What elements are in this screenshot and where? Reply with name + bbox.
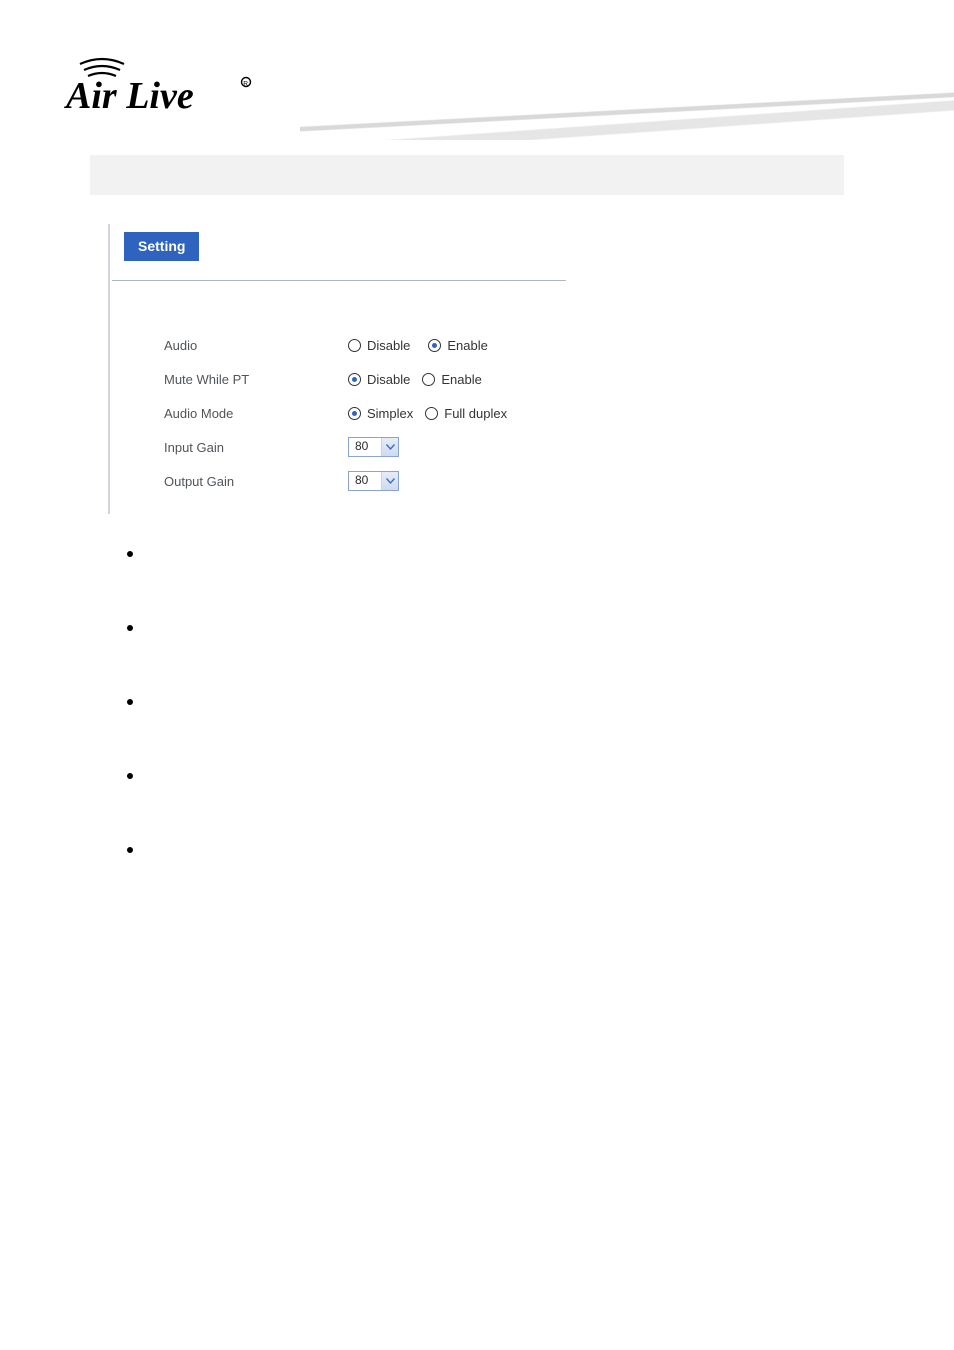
radio-label-enable: Enable <box>447 338 487 353</box>
radio-mute-enable[interactable] <box>422 373 435 386</box>
select-input-gain-value: 80 <box>349 438 381 456</box>
list-item <box>128 546 868 570</box>
radio-label-full: Full duplex <box>444 406 507 421</box>
radio-label-disable: Disable <box>367 338 410 353</box>
radio-mute-disable[interactable] <box>348 373 361 386</box>
svg-text:R: R <box>243 80 248 87</box>
radio-mode-simplex[interactable] <box>348 407 361 420</box>
label-audio: Audio <box>164 338 348 353</box>
select-output-gain[interactable]: 80 <box>348 471 399 491</box>
header-decorative-swoosh <box>300 60 954 140</box>
chapter-bar <box>90 155 844 195</box>
tab-setting[interactable]: Setting <box>124 232 199 261</box>
select-input-gain[interactable]: 80 <box>348 437 399 457</box>
chevron-down-icon[interactable] <box>381 438 398 456</box>
label-input-gain: Input Gain <box>164 440 348 455</box>
chevron-down-icon[interactable] <box>381 472 398 490</box>
row-audio-mode: Audio Mode Simplex Full duplex <box>164 396 507 430</box>
list-item <box>128 768 868 792</box>
select-output-gain-value: 80 <box>349 472 381 490</box>
radio-audio-enable[interactable] <box>428 339 441 352</box>
list-item <box>128 842 868 866</box>
brand-logo: Air Live R <box>62 52 262 122</box>
radio-label-enable: Enable <box>441 372 481 387</box>
radio-label-simplex: Simplex <box>367 406 413 421</box>
svg-text:Air Live: Air Live <box>64 75 194 117</box>
row-output-gain: Output Gain 80 <box>164 464 507 498</box>
tab-divider <box>112 280 566 281</box>
radio-audio-disable[interactable] <box>348 339 361 352</box>
row-mute-pt: Mute While PT Disable Enable <box>164 362 507 396</box>
list-item <box>128 694 868 718</box>
label-mute-pt: Mute While PT <box>164 372 348 387</box>
label-output-gain: Output Gain <box>164 474 348 489</box>
row-input-gain: Input Gain 80 <box>164 430 507 464</box>
list-item <box>128 620 868 644</box>
label-audio-mode: Audio Mode <box>164 406 348 421</box>
settings-form: Audio Disable Enable Mute While PT Disab… <box>164 328 507 498</box>
bullet-list <box>128 546 868 916</box>
row-audio: Audio Disable Enable <box>164 328 507 362</box>
chapter-title: 6. Configuration of Main Menu <box>500 168 693 184</box>
radio-label-disable: Disable <box>367 372 410 387</box>
settings-panel: Setting Audio Disable Enable Mute While … <box>108 224 568 514</box>
radio-mode-full[interactable] <box>425 407 438 420</box>
